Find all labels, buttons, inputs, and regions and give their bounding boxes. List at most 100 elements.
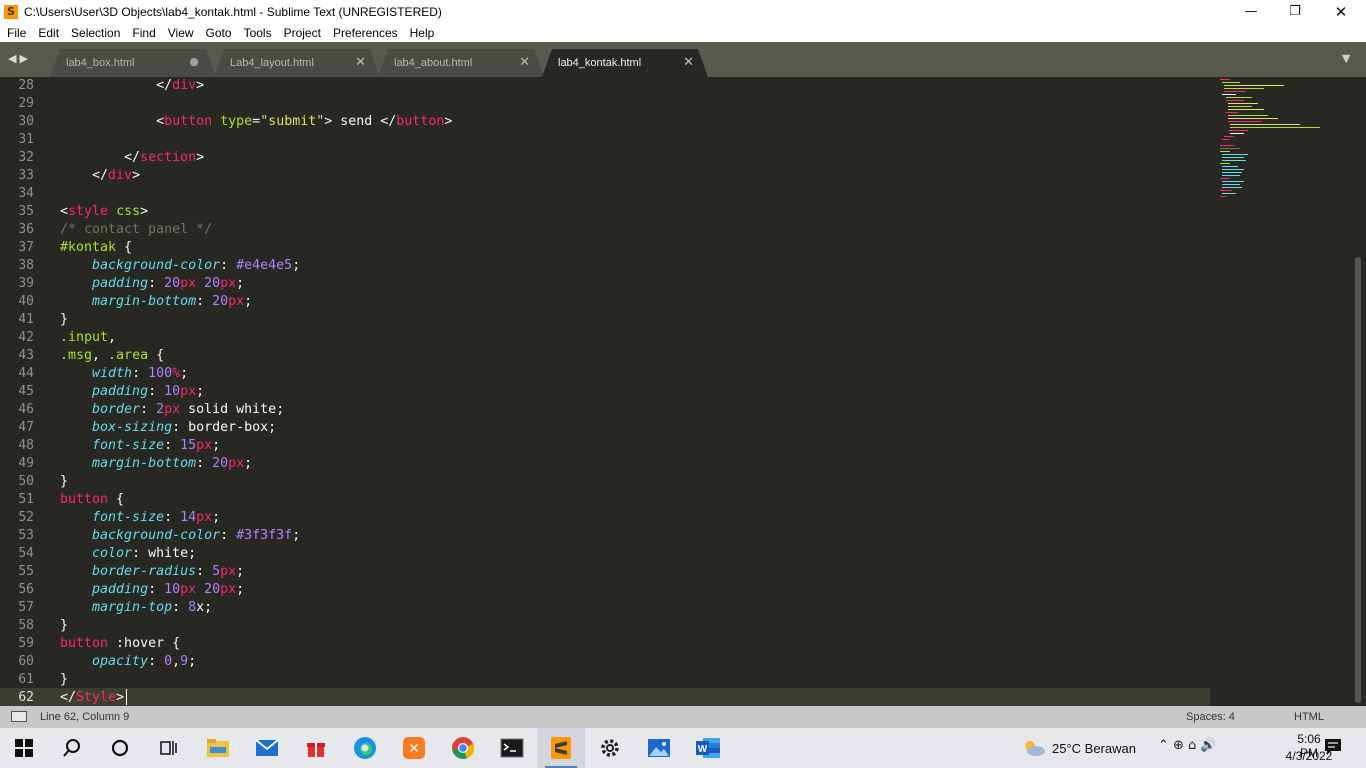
code-token: px [220,276,237,291]
edge-icon [354,737,376,759]
code-token: px [196,438,213,453]
cortana-button[interactable] [96,728,144,768]
code-token: opacity [92,654,149,669]
line-number: 33 [18,168,34,183]
menu-view[interactable]: View [161,26,199,40]
code-line: padding: 10px; [60,383,204,401]
edge-button[interactable] [341,728,389,768]
editor-area[interactable]: 28 29 30 31 32 33 34 35 36 37 38 39 40 41 42 43 44 45 46 47… [0,77,1366,706]
code-token: : [148,384,165,399]
gift-button[interactable] [292,728,340,768]
code-token: .area [108,348,149,363]
code-line: font-size: 15px; [60,437,220,455]
line-number: 37 [18,240,34,255]
code-token: px [164,402,181,417]
scrollbar-thumb[interactable] [1355,257,1361,703]
tab-nav-arrows-icon[interactable]: ◀▶ [8,52,31,65]
code-token: border [92,402,141,417]
code-token: font-size [92,438,165,453]
terminal-button[interactable] [488,728,536,768]
line-number: 45 [18,384,34,399]
chrome-button[interactable] [439,728,487,768]
close-button[interactable]: ✕ [1318,0,1364,23]
code-token: ; [292,258,301,273]
title-bar: S C:\Users\User\3D Objects\lab4_kontak.h… [0,0,1366,23]
code-token: </ [60,168,109,183]
tab-close-icon[interactable]: ✕ [355,55,366,70]
menu-help[interactable]: Help [403,26,440,40]
panel-toggle-icon[interactable] [11,711,27,722]
indentation-setting[interactable]: Spaces: 4 [1186,711,1235,723]
sublime-text-icon [551,737,571,759]
code-token: 10 [164,582,181,597]
menu-preferences[interactable]: Preferences [326,26,403,40]
menu-tools[interactable]: Tools [237,26,277,40]
code-token: { [116,240,133,255]
code-token: #e4e4e5 [236,258,293,273]
code-token: css [116,204,141,219]
menu-goto[interactable]: Goto [199,26,237,40]
menu-edit[interactable]: Edit [31,26,64,40]
system-tray-icons[interactable]: ⌃ ⊕ ⌂ 🔊 [1158,738,1217,753]
code-token: : [164,438,181,453]
menu-project[interactable]: Project [277,26,326,40]
code-token: button [396,114,445,129]
word-button[interactable]: W [684,728,732,768]
code-line: } [60,617,68,635]
xampp-button[interactable]: ✕ [390,728,438,768]
task-view-button[interactable] [144,728,192,768]
menu-find[interactable]: Find [125,26,160,40]
menu-selection[interactable]: Selection [64,26,125,40]
code-token: color [92,546,133,561]
unsaved-dot-icon[interactable]: ● [189,55,199,68]
tab-lab4-kontak[interactable]: lab4_kontak.html ✕ [542,49,708,77]
weather-text[interactable]: 25°C Berawan [1052,741,1136,756]
windows-taskbar: ✕ W 25°C Berawan ⌃ ⊕ ⌂ 🔊 5:06 PM 4/3/202… [0,728,1366,768]
start-button[interactable] [0,728,48,768]
settings-button[interactable] [586,728,634,768]
tab-lab4-layout[interactable]: Lab4_layout.html ✕ [214,49,380,77]
code-line: /* contact panel */ [60,221,212,239]
mail-button[interactable] [243,728,291,768]
code-token: div [172,78,197,93]
code-token: , [92,348,109,363]
search-button[interactable] [48,728,96,768]
code-token: : [220,258,237,273]
line-number: 43 [18,348,34,363]
cursor-position[interactable]: Line 62, Column 9 [40,711,129,723]
tab-close-icon[interactable]: ✕ [519,55,530,70]
sublime-text-button[interactable] [537,728,585,768]
photos-button[interactable] [635,728,683,768]
maximize-button[interactable]: ❐ [1272,0,1318,23]
menu-file[interactable]: File [0,26,31,40]
code-token: px [220,564,237,579]
mail-icon [255,739,279,756]
tab-dropdown-icon[interactable]: ▼ [1342,52,1350,65]
weather-cloudy-icon[interactable] [1022,739,1046,757]
line-number: 58 [18,618,34,633]
photos-icon [648,739,670,757]
code-token: : [148,276,165,291]
tab-close-icon[interactable]: ✕ [683,55,694,70]
code-line: margin-top: 8x; [60,599,212,617]
code-token: : white; [132,546,197,561]
code-token: : [196,564,213,579]
line-number: 41 [18,312,34,327]
tab-lab4-about[interactable]: lab4_about.html ✕ [378,49,544,77]
file-explorer-button[interactable] [194,728,242,768]
code-line: </Style> [60,689,124,707]
line-number: 54 [18,546,34,561]
line-number: 62 [18,690,34,705]
minimize-button[interactable]: — [1228,0,1274,23]
minimap[interactable] [1218,77,1348,207]
syntax-selector[interactable]: HTML [1294,711,1324,723]
code-token: .msg [60,348,93,363]
tab-lab4-box[interactable]: lab4_box.html ● [50,49,216,77]
start-icon [15,739,33,757]
code-line: <style css> [60,203,148,221]
code-line: padding: 20px 20px; [60,275,244,293]
notification-icon[interactable] [1324,738,1342,756]
code-token: : [148,654,165,669]
